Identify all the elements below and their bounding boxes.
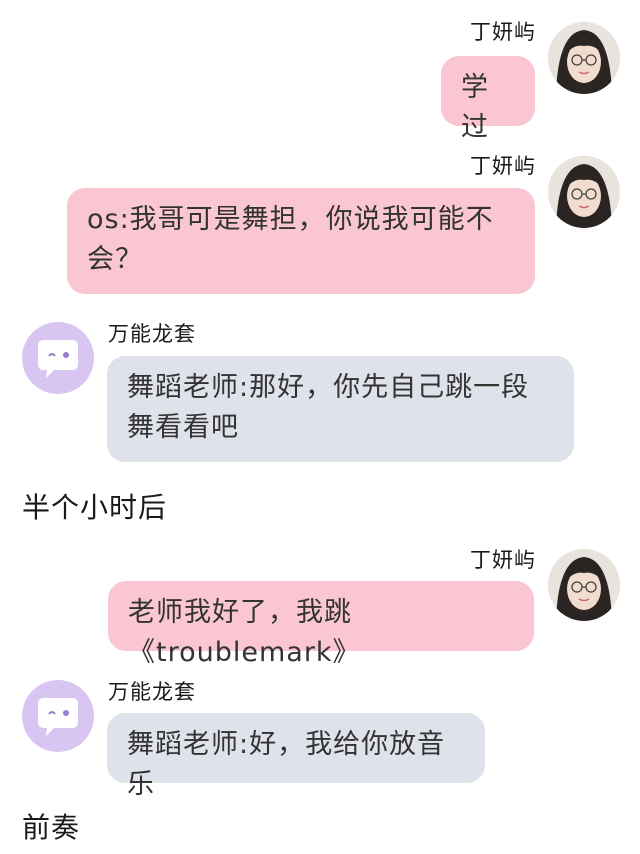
- sender-name: 万能龙套: [108, 680, 196, 704]
- user-avatar[interactable]: [548, 156, 620, 228]
- chat-bubble-face-icon: [38, 698, 78, 736]
- sender-name: 万能龙套: [108, 322, 196, 346]
- message-bubble: 舞蹈老师:好，我给你放音乐: [107, 713, 485, 800]
- message-bubble: 舞蹈老师:那好，你先自己跳一段舞看看吧: [107, 356, 574, 462]
- sender-name: 丁妍屿: [470, 20, 536, 44]
- narration-text: 半个小时后: [22, 491, 168, 524]
- sender-name: 丁妍屿: [470, 548, 536, 572]
- chat-bubble-face-icon: [38, 340, 78, 378]
- user-avatar[interactable]: [548, 549, 620, 621]
- user-avatar[interactable]: [548, 22, 620, 94]
- portrait-photo-icon: [548, 156, 620, 228]
- message-bubble: os:我哥可是舞担，你说我可能不会？: [67, 188, 535, 294]
- narration-text: 前奏: [22, 811, 81, 844]
- portrait-photo-icon: [548, 22, 620, 94]
- bot-avatar[interactable]: [22, 322, 94, 394]
- bot-avatar[interactable]: [22, 680, 94, 752]
- portrait-photo-icon: [548, 549, 620, 621]
- message-bubble: 学过: [441, 56, 535, 143]
- message-bubble: 老师我好了，我跳《troublemark》: [108, 581, 534, 668]
- sender-name: 丁妍屿: [470, 154, 536, 178]
